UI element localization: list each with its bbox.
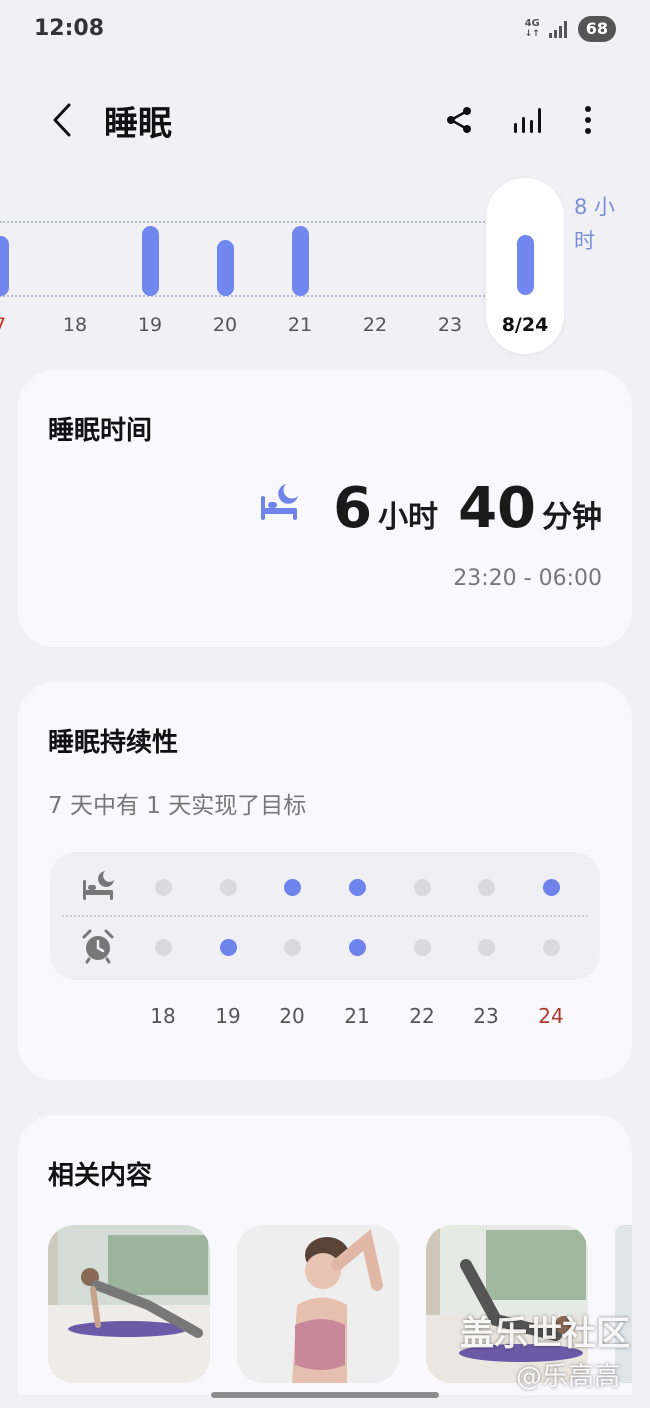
chart-x-label[interactable]: 23: [420, 314, 480, 336]
chart-x-label[interactable]: 20: [195, 314, 255, 336]
baseline-line: [0, 295, 560, 297]
sleep-time-title: 睡眠时间: [48, 416, 153, 446]
bedtime-dot: [219, 878, 237, 896]
chart-x-label[interactable]: 19: [120, 314, 180, 336]
more-vertical-icon: [585, 106, 591, 134]
day-label: 20: [279, 1004, 305, 1028]
page-title: 睡眠: [104, 104, 172, 144]
wake-dot: [542, 938, 560, 956]
status-icons: 4G ↓↑ 68: [525, 16, 616, 42]
bedtime-dot: [542, 878, 560, 896]
plank-image: [48, 1225, 210, 1383]
watermark-user: @乐高高: [516, 1362, 621, 1392]
back-arrow-icon: [53, 103, 71, 137]
bedtime-dot: [413, 878, 431, 896]
share-button[interactable]: [437, 96, 481, 144]
wake-dot: [477, 938, 495, 956]
sleep-consistency-card[interactable]: 睡眠持续性 7 天中有 1 天实现了目标 18 19 20 21 22 23 24: [18, 682, 632, 1080]
chart-x-label[interactable]: 8/24: [495, 314, 555, 336]
chart-bar-21[interactable]: [291, 226, 309, 296]
consistency-title: 睡眠持续性: [48, 728, 179, 758]
stretch-image: [237, 1225, 399, 1383]
share-icon: [447, 107, 471, 133]
wake-dot: [348, 938, 366, 956]
app-header: 睡眠: [0, 90, 650, 150]
sleep-chart[interactable]: 8 小时 7 18 19 20 21 22 23 8/24: [0, 170, 650, 360]
day-label: 24: [538, 1004, 564, 1028]
day-label: 19: [215, 1004, 241, 1028]
day-label: 18: [150, 1004, 176, 1028]
hours-unit: 小时: [378, 500, 439, 535]
bedtime-dot: [477, 878, 495, 896]
bedtime-dot: [283, 878, 301, 896]
watermark-community: 盖乐世社区: [460, 1314, 630, 1354]
stretch-thumbnail[interactable]: [237, 1225, 399, 1383]
sleep-minutes: 40: [458, 476, 536, 541]
chart-bar-8-24[interactable]: [516, 235, 534, 295]
back-button[interactable]: [40, 96, 84, 144]
day-label: 23: [473, 1004, 499, 1028]
wake-dot: [154, 938, 172, 956]
sleep-time-card[interactable]: 睡眠时间 6 小时 40 分钟 23:20 - 06:00: [18, 370, 632, 647]
chart-x-label[interactable]: 18: [45, 314, 105, 336]
sleep-hours: 6: [333, 476, 373, 541]
network-4g-icon: 4G ↓↑: [524, 18, 540, 40]
chart-x-label[interactable]: 7: [0, 314, 30, 336]
bedtime-dot: [348, 878, 366, 896]
grid-divider: [62, 915, 588, 917]
alarm-clock-icon: [82, 929, 114, 964]
bar-chart-icon: [514, 108, 541, 133]
consistency-grid: [50, 852, 600, 980]
bedtime-dot: [154, 878, 172, 896]
chart-bar-20[interactable]: [216, 240, 234, 296]
consistency-subtitle: 7 天中有 1 天实现了目标: [48, 793, 307, 819]
more-options-button[interactable]: [566, 96, 610, 144]
goal-line: [0, 221, 560, 223]
related-title: 相关内容: [48, 1161, 153, 1191]
network-label: 4G: [524, 18, 540, 29]
goal-label: 8 小时: [574, 195, 616, 253]
day-label: 22: [409, 1004, 435, 1028]
battery-indicator: 68: [577, 16, 616, 42]
trends-button[interactable]: [505, 96, 549, 144]
sleep-time-range: 23:20 - 06:00: [453, 566, 602, 591]
status-bar: 12:08 4G ↓↑ 68: [0, 0, 650, 60]
chart-x-label[interactable]: 21: [270, 314, 330, 336]
bed-moon-icon: [261, 484, 298, 520]
bedtime-icon: [83, 871, 114, 900]
wake-dot: [219, 938, 237, 956]
day-label: 21: [344, 1004, 370, 1028]
minutes-unit: 分钟: [542, 500, 602, 535]
status-time: 12:08: [34, 16, 105, 41]
home-indicator[interactable]: [211, 1392, 439, 1398]
data-arrows-icon: ↓↑: [524, 29, 540, 39]
wake-dot: [413, 938, 431, 956]
sleep-duration: 6 小时 40 分钟: [333, 476, 602, 541]
chart-x-label[interactable]: 22: [345, 314, 405, 336]
chart-bar-7[interactable]: [0, 236, 9, 296]
workout-thumbnail-plank[interactable]: [48, 1225, 210, 1383]
signal-icon: [548, 21, 567, 38]
wake-dot: [283, 938, 301, 956]
chart-bar-19[interactable]: [141, 226, 159, 296]
